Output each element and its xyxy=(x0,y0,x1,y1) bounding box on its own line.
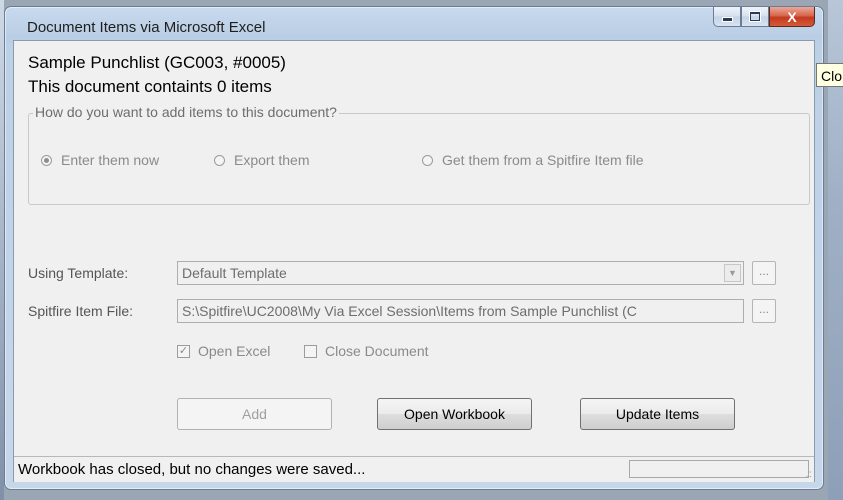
checkbox-label: Close Document xyxy=(325,343,429,359)
window-title: Document Items via Microsoft Excel xyxy=(27,19,266,36)
dialog-window: Document Items via Microsoft Excel X Sam… xyxy=(4,6,824,490)
tooltip: Clo xyxy=(816,63,843,87)
chevron-down-icon[interactable]: ▼ xyxy=(724,264,741,282)
radio-spitfire-file[interactable]: Get them from a Spitfire Item file xyxy=(422,152,644,168)
add-button[interactable]: Add xyxy=(177,398,332,430)
minimize-button[interactable] xyxy=(713,7,741,27)
radio-unchecked-icon xyxy=(422,154,433,166)
status-bar: Workbook has closed, but no changes were… xyxy=(14,456,814,482)
close-icon: X xyxy=(787,8,797,25)
item-file-browse-button[interactable]: ... xyxy=(752,299,776,323)
dialog-client-area: Sample Punchlist (GC003, #0005) This doc… xyxy=(13,40,815,482)
radio-enter-now[interactable]: Enter them now xyxy=(41,152,159,168)
minimize-icon xyxy=(721,17,733,22)
open-excel-checkbox[interactable]: ✓ Open Excel xyxy=(177,343,270,359)
document-name: Sample Punchlist (GC003, #0005) xyxy=(28,53,286,72)
status-message: Workbook has closed, but no changes were… xyxy=(18,461,366,478)
radio-export[interactable]: Export them xyxy=(214,152,309,168)
caption-buttons: X xyxy=(713,7,815,29)
group-legend: How do you want to add items to this doc… xyxy=(33,104,339,120)
template-browse-button[interactable]: ... xyxy=(752,261,776,285)
template-select[interactable]: Default Template ▼ xyxy=(177,261,744,285)
template-label: Using Template: xyxy=(28,265,129,281)
radio-checked-icon xyxy=(41,154,52,166)
radio-label: Enter them now xyxy=(61,152,160,168)
checkmark-icon: ✓ xyxy=(177,344,190,358)
checkbox-empty-icon xyxy=(304,344,317,358)
template-value: Default Template xyxy=(182,265,287,281)
radio-label: Export them xyxy=(234,152,310,168)
add-method-group: How do you want to add items to this doc… xyxy=(28,104,810,205)
radio-label: Get them from a Spitfire Item file xyxy=(442,152,644,168)
resize-grip-icon[interactable]: .:: xyxy=(806,469,812,480)
maximize-icon xyxy=(750,12,760,21)
checkbox-label: Open Excel xyxy=(198,343,271,359)
radio-unchecked-icon xyxy=(214,154,225,166)
item-count: This document containts 0 items xyxy=(28,77,272,96)
open-workbook-button[interactable]: Open Workbook xyxy=(377,398,532,430)
item-file-label: Spitfire Item File: xyxy=(28,303,134,319)
maximize-button[interactable] xyxy=(741,7,769,27)
item-file-input[interactable]: S:\Spitfire\UC2008\My Via Excel Session\… xyxy=(177,299,744,323)
title-bar[interactable]: Document Items via Microsoft Excel X xyxy=(5,7,823,41)
close-document-checkbox[interactable]: Close Document xyxy=(304,343,429,359)
close-button[interactable]: X xyxy=(769,7,815,27)
status-panel xyxy=(629,460,809,478)
update-items-button[interactable]: Update Items xyxy=(580,398,735,430)
